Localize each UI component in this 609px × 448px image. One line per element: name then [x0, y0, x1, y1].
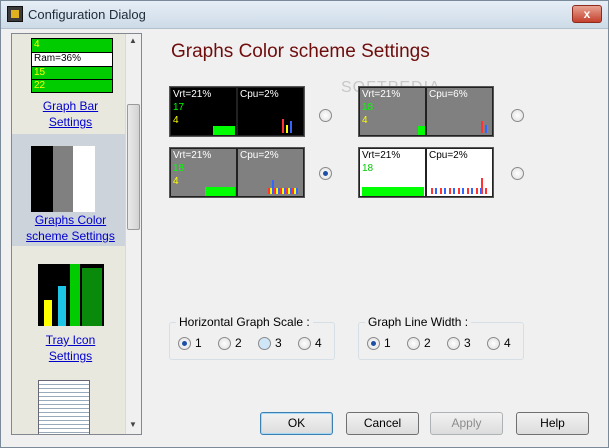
scroll-up-icon[interactable]: ▲: [129, 36, 137, 45]
scheme-radio-4[interactable]: [511, 167, 524, 180]
color-scheme-white[interactable]: Vrt=21% 18 Cpu=2%: [358, 147, 494, 198]
title-bar: Configuration Dialog x: [1, 1, 608, 29]
tray-icon-thumbnail: [38, 264, 104, 326]
scheme-right-pane: Cpu=2%: [426, 148, 493, 197]
linewidth-option-2[interactable]: 2: [407, 336, 431, 350]
graph-line-width-group: Graph Line Width : 1 2 3 4: [358, 315, 524, 360]
list-thumbnail: [38, 380, 90, 434]
color-scheme-grey-black[interactable]: Vrt=21% 18 4 Cpu=2%: [169, 147, 305, 198]
sidebar-item-graphs-color-scheme[interactable]: Graphs Color scheme Settings: [12, 134, 129, 246]
page-title: Graphs Color scheme Settings: [171, 41, 430, 62]
color-scheme-black[interactable]: Vrt=21% 17 4 Cpu=2%: [169, 86, 305, 137]
scheme-right-pane: Cpu=2%: [237, 148, 304, 197]
sidebar-scrollbar[interactable]: ▲ ▼: [125, 34, 141, 434]
sidebar-item-graph-bar[interactable]: 4 Ram=36% 15 22 Graph Bar Settings: [12, 36, 129, 129]
group-title: Horizontal Graph Scale :: [176, 315, 313, 329]
horizontal-graph-scale-group: Horizontal Graph Scale : 1 2 3 4: [169, 315, 335, 360]
scheme-left-pane: Vrt=21% 18 4: [170, 148, 237, 197]
linewidth-option-1[interactable]: 1: [367, 336, 391, 350]
linewidth-option-4[interactable]: 4: [487, 336, 511, 350]
hscale-option-3[interactable]: 3: [258, 336, 282, 350]
sidebar-item-label: Settings: [48, 349, 93, 363]
help-button[interactable]: Help: [516, 412, 589, 435]
color-scheme-thumbnail: [31, 146, 113, 212]
hscale-option-4[interactable]: 4: [298, 336, 322, 350]
scheme-radio-3[interactable]: [319, 167, 332, 180]
app-icon: [7, 6, 23, 22]
scheme-right-pane: Cpu=2%: [237, 87, 304, 136]
close-button[interactable]: x: [572, 5, 602, 23]
graph-bar-thumbnail: 4 Ram=36% 15 22: [31, 38, 113, 93]
cancel-button[interactable]: Cancel: [346, 412, 419, 435]
sidebar-item-label: scheme Settings: [26, 229, 115, 243]
configuration-dialog: Configuration Dialog x 4 Ram=36% 15 22 G…: [0, 0, 609, 448]
settings-sidebar: 4 Ram=36% 15 22 Graph Bar Settings Graph…: [11, 33, 142, 435]
hscale-option-2[interactable]: 2: [218, 336, 242, 350]
scheme-left-pane: Vrt=21% 18: [359, 148, 426, 197]
scheme-right-pane: Cpu=6%: [426, 87, 493, 136]
sidebar-item-tray-icon[interactable]: Tray Icon Settings: [12, 262, 129, 363]
scrollbar-thumb[interactable]: [127, 104, 140, 230]
linewidth-option-3[interactable]: 3: [447, 336, 471, 350]
scheme-left-pane: Vrt=21% 17 4: [170, 87, 237, 136]
hscale-option-1[interactable]: 1: [178, 336, 202, 350]
sidebar-item-label: Tray Icon: [45, 333, 96, 347]
color-scheme-grey[interactable]: Vrt=21% 18 4 Cpu=6%: [358, 86, 494, 137]
sidebar-item-label: Graph Bar: [42, 99, 99, 113]
sidebar-item-label: Settings: [48, 115, 93, 129]
ok-button[interactable]: OK: [260, 412, 333, 435]
scheme-left-pane: Vrt=21% 18 4: [359, 87, 426, 136]
scheme-radio-1[interactable]: [319, 109, 332, 122]
sidebar-item-more[interactable]: [12, 378, 129, 434]
group-title: Graph Line Width :: [365, 315, 472, 329]
apply-button[interactable]: Apply: [430, 412, 503, 435]
scroll-down-icon[interactable]: ▼: [129, 420, 137, 429]
scheme-radio-2[interactable]: [511, 109, 524, 122]
window-title: Configuration Dialog: [28, 7, 146, 22]
sidebar-item-label: Graphs Color: [34, 213, 107, 227]
